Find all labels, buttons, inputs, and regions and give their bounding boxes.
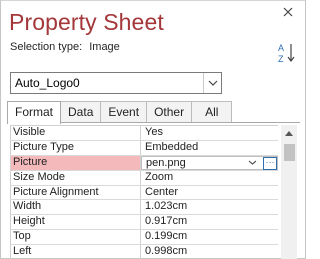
object-selector-value: Auto_Logo0 [15,76,80,90]
vertical-scrollbar[interactable] [281,125,297,259]
property-name: Picture Type [10,140,141,155]
property-value[interactable]: 0.917cm [141,215,278,229]
tab-strip: Format Data Event Other All [7,101,233,124]
property-grid: Visible Yes Picture Type Embedded Pictur… [10,125,278,259]
tab-format[interactable]: Format [7,101,62,124]
property-row-size-mode[interactable]: Size Mode Zoom [10,170,278,186]
tab-other[interactable]: Other [146,101,193,123]
property-row-picture-type[interactable]: Picture Type Embedded [10,140,278,156]
tab-data[interactable]: Data [60,101,102,123]
property-value[interactable]: 0.199cm [141,230,278,244]
svg-text:Z: Z [278,54,284,64]
picture-controls: ··· [244,156,277,171]
property-value: pen.png [146,156,186,169]
chevron-down-icon[interactable] [203,73,221,93]
chevron-down-icon[interactable] [244,156,260,170]
property-name: Width [10,200,141,215]
property-value[interactable]: Embedded [141,141,278,155]
property-name: Top [10,230,141,245]
scrollbar-thumb[interactable] [284,144,295,161]
property-sheet-pane: Property Sheet Selection type: Image A Z… [0,0,306,259]
sort-az-icon[interactable]: A Z [277,41,297,65]
property-row-top[interactable]: Top 0.199cm [10,230,278,246]
ellipsis-icon[interactable]: ··· [263,156,277,170]
property-value[interactable]: 0.998cm [141,245,278,259]
scroll-up-icon[interactable] [281,125,297,141]
property-name: Picture [10,155,141,170]
property-row-picture[interactable]: Picture pen.png ··· [10,155,278,171]
selection-type-label: Selection type: [10,41,83,53]
selection-type: Selection type: Image [10,41,120,53]
tab-event[interactable]: Event [100,101,148,123]
close-icon[interactable] [281,5,295,19]
object-selector-combo[interactable]: Auto_Logo0 [10,72,222,94]
property-value[interactable]: 1.023cm [141,200,278,214]
property-name: Size Mode [10,170,141,185]
selection-type-value: Image [89,41,120,53]
property-value-picture[interactable]: pen.png ··· [141,155,278,171]
property-name: Left [10,245,141,259]
property-row-picture-alignment[interactable]: Picture Alignment Center [10,185,278,201]
svg-text:A: A [278,43,284,53]
property-value[interactable]: Zoom [141,171,278,185]
property-value[interactable]: Center [141,186,278,200]
property-row-visible[interactable]: Visible Yes [10,126,278,141]
property-row-left[interactable]: Left 0.998cm [10,245,278,259]
page-title: Property Sheet [9,9,164,35]
property-row-width[interactable]: Width 1.023cm [10,200,278,216]
property-name: Visible [10,126,141,140]
property-value[interactable]: Yes [141,126,278,140]
property-name: Picture Alignment [10,185,141,200]
tab-all[interactable]: All [191,101,233,123]
property-row-height[interactable]: Height 0.917cm [10,215,278,231]
property-name: Height [10,215,141,230]
